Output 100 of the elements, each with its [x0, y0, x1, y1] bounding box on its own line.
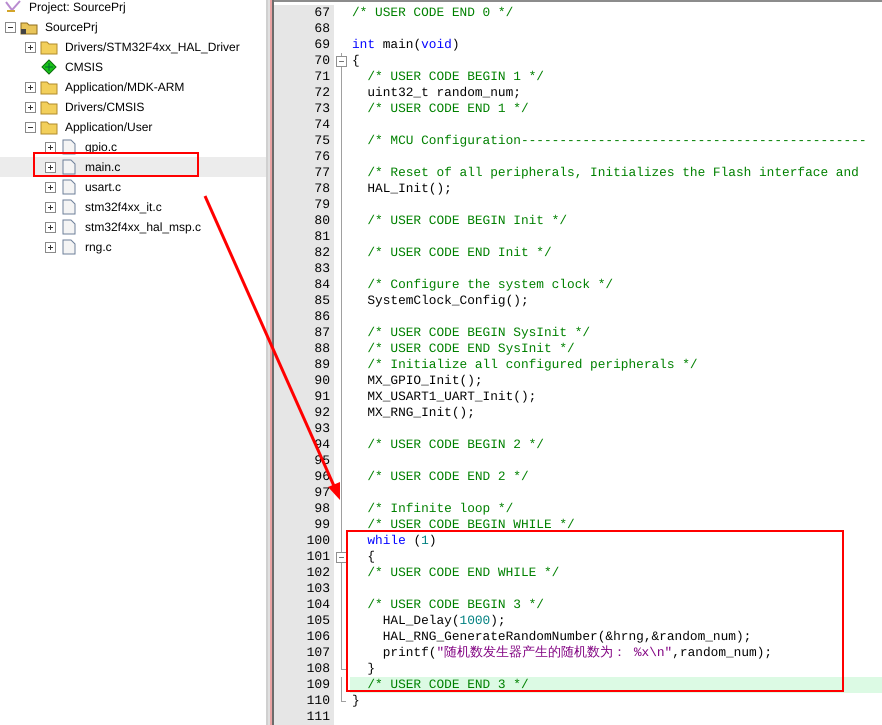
code-line: /* USER CODE END 0 */ — [352, 5, 514, 20]
code-line: { — [352, 53, 360, 68]
tree-item[interactable]: Application/MDK-ARM — [63, 78, 186, 96]
line-number: 90 — [274, 373, 334, 389]
line-number: 86 — [274, 309, 334, 325]
line-number: 85 — [274, 293, 334, 309]
line-number: 88 — [274, 341, 334, 357]
tree-item[interactable]: rng.c — [83, 238, 114, 256]
code-line: /* MCU Configuration--------------------------------------------- — [366, 133, 867, 148]
line-number: 73 — [274, 101, 334, 117]
code-line: /* Reset of all peripherals, Initializes the Flash interface and — [366, 165, 859, 180]
code-line: /* Configure the system clock */ — [366, 277, 614, 292]
code-line: /* Initialize all configured peripherals */ — [366, 357, 698, 372]
line-number: 100 — [274, 533, 334, 549]
line-number: 67 — [274, 5, 334, 21]
code-line: /* USER CODE BEGIN WHILE */ — [366, 517, 575, 532]
line-number: 105 — [274, 613, 334, 629]
line-number: 81 — [274, 229, 334, 245]
code-line: /* USER CODE END 3 */ — [366, 677, 529, 692]
line-number: 102 — [274, 565, 334, 581]
line-number: 89 — [274, 357, 334, 373]
tree-item[interactable]: Drivers/CMSIS — [63, 98, 146, 116]
line-number: 69 — [274, 37, 334, 53]
expand-icon[interactable] — [44, 142, 56, 152]
code-line: { — [366, 549, 376, 564]
line-number: 109 — [274, 677, 334, 693]
tree-item[interactable]: Drivers/STM32F4xx_HAL_Driver — [63, 38, 242, 56]
project-icon — [4, 0, 22, 15]
code-line: /* USER CODE END Init */ — [366, 245, 552, 260]
code-line: /* USER CODE END WHILE */ — [366, 565, 560, 580]
line-number: 76 — [274, 149, 334, 165]
line-number: 71 — [274, 69, 334, 85]
line-number: 98 — [274, 501, 334, 517]
code-line: /* Infinite loop */ — [366, 501, 514, 516]
line-number: 77 — [274, 165, 334, 181]
code-line: /* USER CODE BEGIN 1 */ — [366, 69, 544, 84]
line-number: 70 — [274, 53, 334, 69]
line-number: 87 — [274, 325, 334, 341]
line-number: 91 — [274, 389, 334, 405]
expand-icon[interactable] — [44, 222, 56, 232]
code-line: /* USER CODE BEGIN Init */ — [366, 213, 568, 228]
expand-icon[interactable] — [24, 82, 36, 92]
line-number: 80 — [274, 213, 334, 229]
tree-item[interactable]: main.c — [83, 158, 122, 176]
line-number: 104 — [274, 597, 334, 613]
line-number: 111 — [274, 709, 334, 725]
code-line: int main(void) — [352, 37, 460, 52]
line-number: 101 — [274, 549, 334, 565]
code-line: /* USER CODE END 1 */ — [366, 101, 529, 116]
line-number: 93 — [274, 421, 334, 437]
line-number: 84 — [274, 277, 334, 293]
expand-icon[interactable] — [44, 202, 56, 212]
tree-item[interactable]: CMSIS — [63, 58, 106, 76]
file-icon — [60, 239, 78, 255]
tree-item[interactable]: stm32f4xx_hal_msp.c — [83, 218, 204, 236]
tree-item[interactable]: SourcePrj — [43, 18, 100, 36]
code-line: MX_GPIO_Init(); — [366, 373, 483, 388]
file-icon — [60, 219, 78, 235]
code-line: printf("随机数发生器产生的随机数为： %x\n",random_num); — [382, 645, 772, 660]
code-line: MX_USART1_UART_Init(); — [366, 389, 536, 404]
collapse-icon[interactable] — [4, 22, 16, 32]
expand-icon[interactable] — [44, 162, 56, 172]
collapse-icon[interactable] — [24, 122, 36, 132]
expand-icon[interactable] — [44, 182, 56, 192]
line-number: 75 — [274, 133, 334, 149]
tree-item[interactable]: usart.c — [83, 178, 124, 196]
code-line: } — [352, 693, 360, 708]
code-line: /* USER CODE BEGIN 3 */ — [366, 597, 544, 612]
file-icon — [60, 199, 78, 215]
diamond-icon — [40, 59, 58, 75]
line-number: 107 — [274, 645, 334, 661]
line-number: 103 — [274, 581, 334, 597]
line-number: 78 — [274, 181, 334, 197]
line-number: 74 — [274, 117, 334, 133]
code-line: MX_RNG_Init(); — [366, 405, 475, 420]
expand-icon[interactable] — [24, 42, 36, 52]
file-icon — [60, 179, 78, 195]
code-line: uint32_t random_num; — [366, 85, 521, 100]
tree-item[interactable]: Application/User — [63, 118, 154, 136]
folder-icon — [40, 39, 58, 55]
line-number: 97 — [274, 485, 334, 501]
tree-item[interactable]: stm32f4xx_it.c — [83, 198, 164, 216]
code-line: HAL_Delay(1000); — [382, 613, 506, 628]
folder-icon — [40, 119, 58, 135]
code-line: while (1) — [366, 533, 436, 548]
line-number: 106 — [274, 629, 334, 645]
expand-icon[interactable] — [44, 242, 56, 252]
code-line: HAL_Init(); — [366, 181, 452, 196]
code-line: /* USER CODE END SysInit */ — [366, 341, 575, 356]
line-number: 68 — [274, 21, 334, 37]
line-number: 99 — [274, 517, 334, 533]
code-line: SystemClock_Config(); — [366, 293, 529, 308]
expand-icon[interactable] — [24, 102, 36, 112]
line-number: 92 — [274, 405, 334, 421]
line-number: 72 — [274, 85, 334, 101]
code-line: /* USER CODE END 2 */ — [366, 469, 529, 484]
code-line: } — [366, 661, 376, 676]
code-line: /* USER CODE BEGIN 2 */ — [366, 437, 544, 452]
line-number: 110 — [274, 693, 334, 709]
code-line: /* USER CODE BEGIN SysInit */ — [366, 325, 590, 340]
